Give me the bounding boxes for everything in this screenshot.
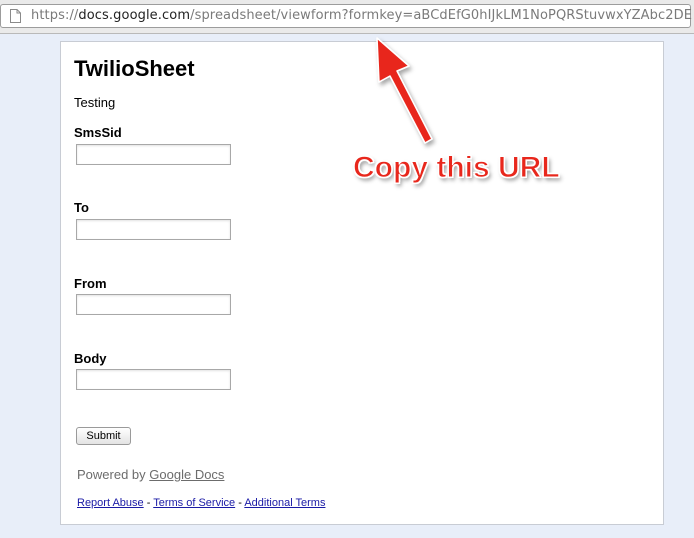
annotation-arrow [376, 37, 433, 144]
annotation-label: Copy this URL [353, 151, 561, 185]
